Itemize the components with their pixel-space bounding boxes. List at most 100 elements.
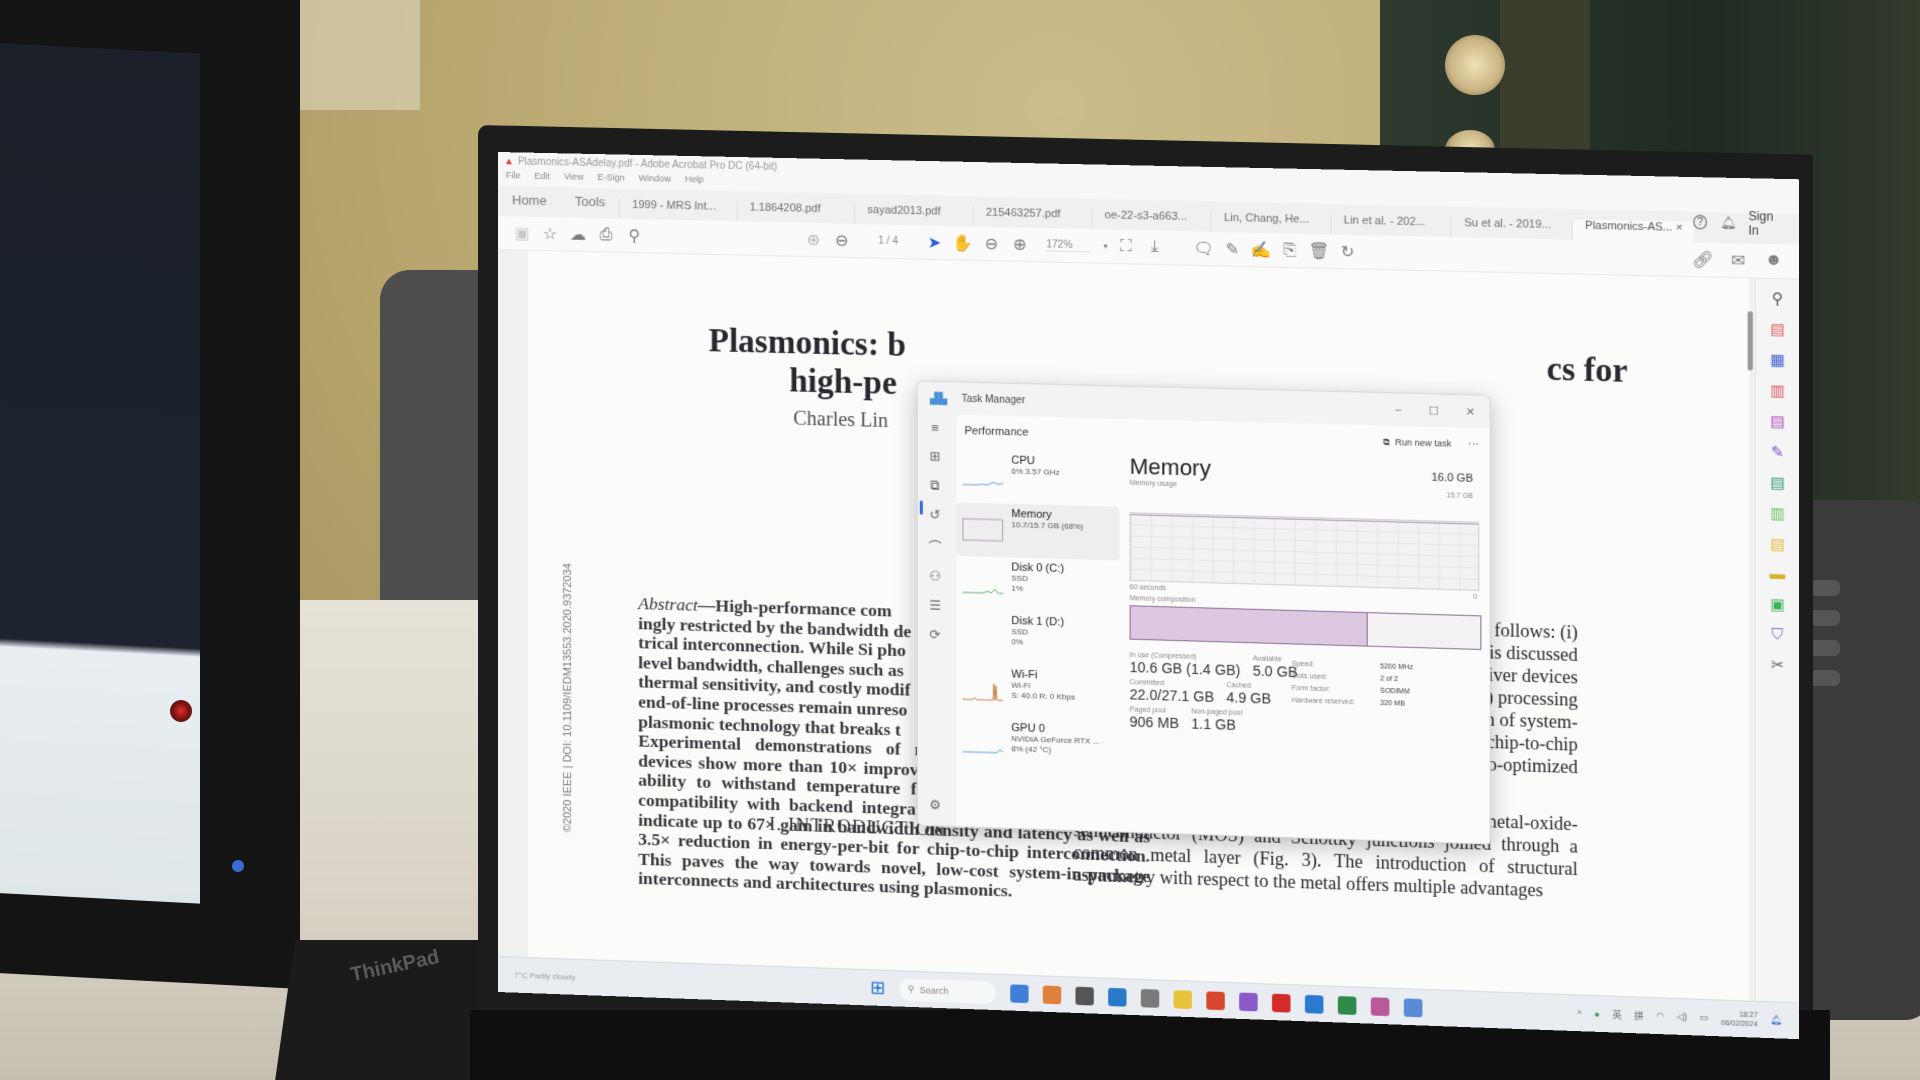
cloud-upload-icon[interactable]: ☁: [564, 224, 592, 245]
tab-tools[interactable]: Tools: [561, 193, 619, 218]
close-icon[interactable]: ✕: [1466, 405, 1476, 418]
performance-icon[interactable]: ⧉: [930, 478, 939, 494]
device-item-cpu[interactable]: CPU 6% 3.57 GHz: [956, 449, 1119, 507]
run-new-task-button[interactable]: ⧉ Run new task: [1383, 436, 1451, 449]
more-options-icon[interactable]: ···: [1468, 438, 1479, 451]
tab-close-icon[interactable]: ×: [1676, 222, 1683, 234]
account-icon[interactable]: ☻: [1759, 251, 1788, 272]
zoom-search-icon[interactable]: ⚲: [1772, 289, 1784, 308]
protect-icon[interactable]: ▤: [1770, 535, 1785, 554]
device-item-memory[interactable]: Memory 10.7/15.7 GB (68%): [956, 502, 1120, 561]
menu-view[interactable]: View: [564, 171, 583, 187]
mail-app-icon[interactable]: [1108, 987, 1127, 1007]
fill-sign-icon[interactable]: ✎: [1771, 443, 1784, 462]
highlight-pen-icon[interactable]: ✎: [1218, 239, 1247, 260]
star-icon[interactable]: ☆: [536, 223, 564, 244]
zoom-in-icon[interactable]: ⊕: [1006, 234, 1035, 255]
help-icon[interactable]: ?: [1693, 214, 1708, 230]
clock[interactable]: 18:27 06/02/2024: [1721, 1009, 1758, 1029]
minimize-icon[interactable]: –: [1395, 403, 1401, 416]
vscode-icon[interactable]: [1305, 994, 1324, 1014]
print-icon[interactable]: ⎙: [592, 226, 620, 245]
doc-tab[interactable]: oe-22-s3-a663...: [1091, 208, 1211, 232]
create-pdf-icon[interactable]: ▦: [1770, 351, 1785, 370]
page-indicator[interactable]: 1 / 4: [878, 235, 898, 247]
matlab-app-icon[interactable]: [1370, 996, 1390, 1016]
acrobat-app-icon[interactable]: [1272, 993, 1291, 1013]
device-item-wifi[interactable]: Wi-Fi Wi-Fi S: 40.0 R: 0 Kbps: [956, 663, 1119, 721]
volume-icon[interactable]: ◁): [1677, 1011, 1687, 1023]
doc-tab[interactable]: Lin et al. - 202...: [1330, 214, 1451, 238]
language-icon[interactable]: 英: [1612, 1008, 1621, 1022]
doc-tab-active[interactable]: Plasmonics-AS... ×: [1571, 219, 1693, 243]
device-item-gpu[interactable]: GPU 0 NVIDIA GeForce RTX ... 8% (42 °C): [956, 716, 1119, 775]
notification-bell-icon[interactable]: 🔔︎: [1720, 215, 1736, 230]
menu-window[interactable]: Window: [639, 173, 671, 190]
startup-icon[interactable]: ⌒: [928, 536, 941, 556]
share-link-icon[interactable]: 🔗︎: [1688, 249, 1717, 270]
device-item-disk1[interactable]: Disk 1 (D:) SSD 0%: [956, 609, 1119, 667]
zoom-out-icon[interactable]: ⊖: [977, 233, 1005, 254]
processes-icon[interactable]: ⊞: [929, 448, 940, 464]
ime-icon[interactable]: 拼: [1634, 1009, 1643, 1023]
edit-pdf-icon[interactable]: ▤: [1770, 412, 1785, 431]
comment-rail-icon[interactable]: ▬: [1770, 565, 1786, 583]
settings-icon[interactable]: ⚙: [929, 797, 941, 814]
hand-icon[interactable]: ✋: [949, 233, 977, 254]
services-icon[interactable]: ⟳: [929, 627, 940, 643]
chrome-icon[interactable]: [1206, 990, 1225, 1010]
page-down-icon[interactable]: ⊖: [828, 230, 856, 251]
wifi-icon[interactable]: ◠: [1656, 1010, 1664, 1022]
taskbar-search[interactable]: ⚲ Search: [899, 977, 997, 1004]
doc-tab[interactable]: 1999 - MRS Int...: [619, 198, 737, 222]
organize-pages-icon[interactable]: ▥: [1770, 381, 1785, 400]
weather-widget[interactable]: 7°C Partly cloudy: [514, 971, 575, 982]
settings-app-icon[interactable]: [1140, 988, 1160, 1008]
maximize-icon[interactable]: ☐: [1429, 404, 1439, 417]
chevron-down-icon[interactable]: ▾: [1099, 241, 1111, 251]
combine-files-icon[interactable]: ▤: [1770, 473, 1785, 492]
doc-tab[interactable]: 1.1864208.pdf: [736, 201, 855, 224]
users-icon[interactable]: ⚇: [929, 568, 941, 584]
select-cursor-icon[interactable]: ➤: [920, 232, 948, 253]
windows-start-icon[interactable]: ⊞: [870, 977, 885, 999]
save-icon[interactable]: ▣: [508, 223, 536, 244]
menu-help[interactable]: Help: [685, 174, 704, 190]
tab-home[interactable]: Home: [498, 192, 561, 217]
paint-app-icon[interactable]: [1010, 983, 1029, 1003]
doc-tab[interactable]: 215463257.pdf: [972, 206, 1092, 230]
hamburger-icon[interactable]: ≡: [931, 420, 939, 435]
excel-icon[interactable]: [1337, 995, 1357, 1015]
sign-icon[interactable]: ✍: [1247, 239, 1276, 260]
details-icon[interactable]: ☰: [929, 597, 941, 613]
page-up-icon[interactable]: ⊕: [799, 229, 827, 250]
menu-edit[interactable]: Edit: [535, 171, 551, 187]
fit-page-icon[interactable]: ⛶: [1112, 237, 1141, 256]
copilot-app-icon[interactable]: [1042, 984, 1062, 1004]
rotate-icon[interactable]: ↻: [1333, 241, 1362, 262]
export-pdf-icon[interactable]: ▤: [1770, 320, 1785, 339]
doc-tab[interactable]: Su et al. - 2019...: [1450, 216, 1572, 240]
compress-icon[interactable]: ▥: [1770, 504, 1785, 523]
vertical-scrollbar[interactable]: [1747, 311, 1753, 371]
doc-tab[interactable]: Lin, Chang, He...: [1210, 211, 1331, 235]
app-history-icon[interactable]: ↺: [929, 507, 940, 523]
notification-icon[interactable]: 🔔︎: [1770, 1015, 1782, 1027]
menu-file[interactable]: File: [506, 170, 521, 186]
more-tools-icon[interactable]: ✂: [1771, 655, 1784, 675]
search-icon[interactable]: ⚲: [620, 225, 648, 246]
menu-esign[interactable]: E-Sign: [597, 172, 624, 189]
shield-icon[interactable]: ⛉: [1772, 626, 1784, 644]
scroll-mode-icon[interactable]: ⤓: [1140, 238, 1169, 257]
onenote-app-icon[interactable]: [1239, 992, 1258, 1011]
sign-in-button[interactable]: Sign In: [1748, 209, 1786, 238]
print-production-icon[interactable]: ▣: [1770, 595, 1785, 614]
chevron-up-icon[interactable]: ^: [1577, 1008, 1581, 1018]
comment-icon[interactable]: 🗨︎: [1189, 238, 1218, 259]
email-icon[interactable]: ✉: [1724, 250, 1753, 271]
delete-icon[interactable]: 🗑︎: [1304, 240, 1333, 261]
battery-icon[interactable]: ▭: [1700, 1012, 1709, 1024]
document-area[interactable]: ©2020 IEEE | DOI: 10.1109/IEDM13553.2020…: [498, 250, 1755, 1015]
zoom-level-dropdown[interactable]: 172%: [1046, 238, 1092, 252]
doc-tab[interactable]: sayad2013.pdf: [854, 203, 973, 227]
